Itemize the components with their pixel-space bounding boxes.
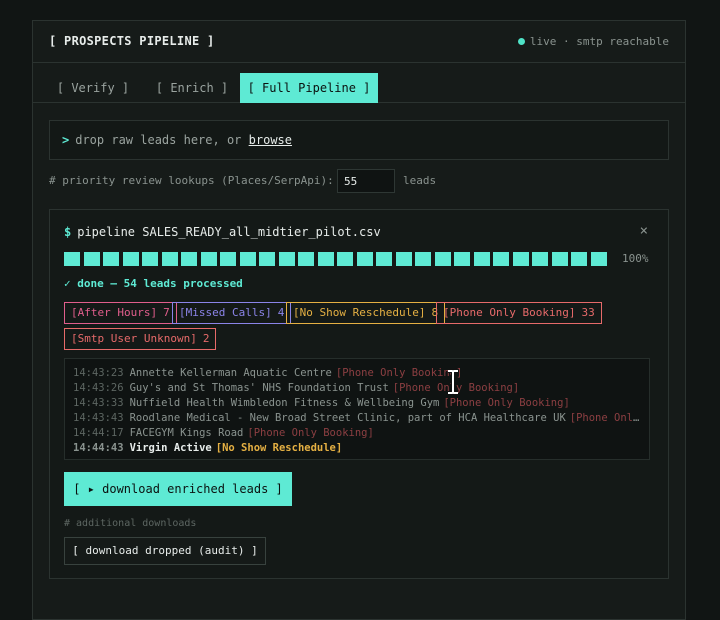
priority-lookups-input[interactable]	[337, 169, 395, 193]
connection-status: live · smtp reachable	[517, 35, 669, 48]
leads-dropzone[interactable]: > drop raw leads here, or browse	[49, 120, 669, 160]
tag-count: 2	[202, 332, 210, 345]
pipeline-panel: [ PROSPECTS PIPELINE ] live · smtp reach…	[32, 20, 686, 620]
log-company: FACEGYM Kings Road	[129, 427, 244, 439]
log-company: Roodlane Medical - New Broad Street Clin…	[129, 412, 566, 424]
progress-segment	[551, 252, 568, 266]
log-tag: [Phone Only Booking]	[335, 367, 463, 379]
progress-segment	[571, 252, 587, 266]
tag-count: 7	[163, 306, 170, 319]
progress-percent: 100%	[622, 252, 649, 265]
log-timestamp: 14:44:17	[73, 427, 124, 439]
log-tag: [Phone Only Booking]	[443, 397, 570, 409]
progress-segment	[298, 252, 314, 266]
dropzone-text: drop raw leads here, or	[75, 133, 242, 147]
tab-verify[interactable]: [ Verify ]	[49, 73, 137, 103]
progress-segment	[239, 252, 256, 266]
log-timestamp: 14:43:43	[73, 412, 124, 424]
log-line: 14:43:26 Guy's and St Thomas' NHS Foundat…	[73, 381, 641, 396]
progress-segment	[415, 252, 431, 266]
progress-segment	[337, 252, 353, 266]
progress-segment	[434, 252, 451, 266]
tag-label: [Smtp User Unknown]	[71, 332, 197, 345]
progress-segment	[473, 252, 490, 266]
download-enriched-button[interactable]: [ ▸ download enriched leads ]	[64, 472, 292, 506]
browse-link[interactable]: browse	[249, 133, 292, 147]
progress-segment	[317, 252, 334, 266]
tag-label: [No Show Reschedule]	[293, 306, 426, 319]
progress-segment	[181, 252, 197, 266]
tag-phone-only-booking[interactable]: [Phone Only Booking] 33	[436, 302, 602, 324]
panel-header: [ PROSPECTS PIPELINE ] live · smtp reach…	[33, 21, 685, 63]
progress-segment	[161, 252, 178, 266]
log-tag: [No Show Reschedule]	[215, 442, 343, 454]
progress-segment	[142, 252, 158, 266]
progress-bar	[64, 252, 607, 266]
tab-full-pipeline[interactable]: [ Full Pipeline ]	[240, 73, 378, 103]
progress-segment	[122, 252, 139, 266]
additional-downloads-label: # additional downloads	[64, 518, 197, 529]
log-tag: [Phone Only Booking]	[247, 427, 374, 439]
progress-segment	[493, 252, 509, 266]
progress-segment	[356, 252, 373, 266]
priority-row: # priority review lookups (Places/SerpAp…	[49, 169, 436, 193]
tag-after-hours[interactable]: [After Hours] 7	[64, 302, 177, 324]
tag-no-show-reschedule[interactable]: [No Show Reschedule] 8	[286, 302, 446, 324]
priority-unit: leads	[403, 174, 437, 187]
log-line: 14:43:23 Annette Kellerman Aquatic Centre…	[73, 366, 641, 381]
download-audit-button[interactable]: [ download dropped (audit) ]	[64, 537, 266, 565]
progress-segment	[590, 252, 607, 266]
pipeline-job-card: $ pipeline SALES_READY_all_midtier_pilot.…	[49, 209, 669, 579]
log-company: Guy's and St Thomas' NHS Foundation Trus…	[129, 382, 389, 394]
progress-segment	[64, 252, 80, 266]
panel-title: [ PROSPECTS PIPELINE ]	[49, 34, 215, 48]
priority-label: # priority review lookups (Places/SerpAp…	[49, 174, 334, 187]
log-tag: [Phone Only Booking]	[569, 412, 641, 424]
progress-segment	[220, 252, 236, 266]
status-dot-icon	[517, 37, 525, 45]
tag-label: [After Hours]	[71, 306, 158, 319]
progress-segment	[278, 252, 295, 266]
tab-enrich[interactable]: [ Enrich ]	[145, 73, 239, 103]
tag-count: 33	[581, 306, 595, 319]
log-company: Nuffield Health Wimbledon Fitness & Well…	[129, 397, 440, 409]
progress-segment	[532, 252, 548, 266]
tag-label: [Phone Only Booking]	[443, 306, 576, 319]
status-text: live · smtp reachable	[529, 35, 669, 48]
tag-label: [Missed Calls]	[179, 306, 272, 319]
job-title: $ pipeline SALES_READY_all_midtier_pilot.…	[64, 225, 381, 239]
log-company: Virgin Active	[129, 442, 212, 454]
log-company: Annette Kellerman Aquatic Centre	[129, 367, 332, 379]
log-timestamp: 14:44:43	[73, 442, 124, 454]
progress-segment	[200, 252, 217, 266]
progress-segment	[83, 252, 100, 266]
log-line: 14:43:33 Nuffield Health Wimbledon Fitnes…	[73, 396, 641, 411]
done-message: ✓ done — 54 leads processed	[64, 277, 243, 290]
shell-prompt-icon: $	[64, 225, 72, 239]
progress-segment	[395, 252, 412, 266]
activity-log[interactable]: 14:43:23 Annette Kellerman Aquatic Centre…	[64, 358, 650, 460]
log-timestamp: 14:43:23	[73, 367, 124, 379]
close-icon[interactable]: ×	[640, 223, 648, 239]
progress-segment	[376, 252, 392, 266]
log-timestamp: 14:43:33	[73, 397, 124, 409]
tag-missed-calls[interactable]: [Missed Calls] 4	[172, 302, 292, 324]
log-line: 14:44:17 FACEGYM Kings Road [Phone Only Bo…	[73, 426, 641, 441]
tag-smtp-user-unknown[interactable]: [Smtp User Unknown] 2	[64, 328, 217, 350]
text-cursor-icon	[448, 369, 458, 395]
log-timestamp: 14:43:26	[73, 382, 124, 394]
progress-segment	[103, 252, 119, 266]
tag-count: 4	[277, 306, 285, 319]
progress-segment	[512, 252, 529, 266]
tab-bar: [ Verify ] [ Enrich ] [ Full Pipeline ]	[33, 63, 685, 103]
prompt-icon: >	[62, 133, 70, 147]
progress-segment	[259, 252, 275, 266]
job-filename: pipeline SALES_READY_all_midtier_pilot.c…	[77, 225, 381, 239]
log-line: 14:43:43 Roodlane Medical - New Broad Str…	[73, 411, 641, 426]
progress-segment	[454, 252, 470, 266]
log-line-current: 14:44:43 Virgin Active [No Show Reschedule…	[73, 441, 641, 456]
